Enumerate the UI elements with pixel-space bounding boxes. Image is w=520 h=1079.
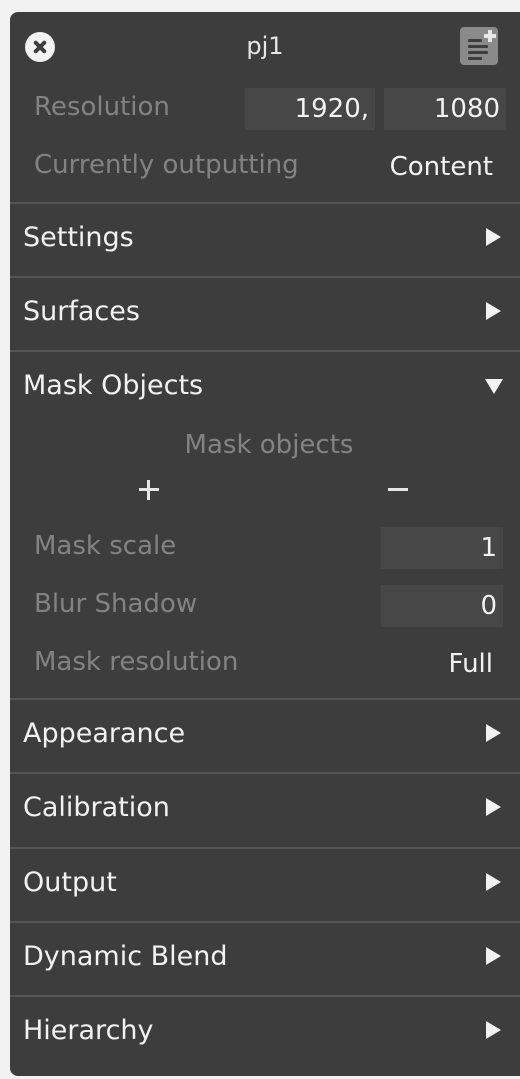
section-appearance[interactable]: Appearance (10, 698, 520, 772)
note-line (468, 51, 488, 54)
note-line (468, 39, 482, 42)
note-line (468, 57, 482, 60)
remove-mask-button[interactable] (386, 478, 410, 502)
panel-title: pj1 (246, 32, 284, 60)
mask-objects-heading: Mask objects (184, 430, 354, 460)
mask-scale-label: Mask scale (34, 531, 177, 561)
section-settings[interactable]: Settings (10, 202, 520, 276)
chevron-down-icon (485, 379, 503, 394)
chevron-right-icon (486, 302, 501, 320)
resolution-row: Resolution 1920, 1080 (10, 88, 520, 130)
blur-shadow-label: Blur Shadow (34, 589, 198, 619)
section-mask-objects[interactable]: Mask Objects (10, 350, 520, 424)
mask-scale-field[interactable]: 1 (381, 527, 503, 569)
chevron-right-icon (486, 228, 501, 246)
section-hierarchy[interactable]: Hierarchy (10, 995, 520, 1069)
chevron-right-icon (486, 798, 501, 816)
section-dynamic-blend[interactable]: Dynamic Blend (10, 921, 520, 995)
resolution-label: Resolution (34, 92, 170, 122)
mask-objects-heading-row: Mask objects (10, 430, 520, 466)
plus-icon (147, 480, 150, 500)
outputting-label: Currently outputting (34, 150, 299, 180)
section-mask-objects-label: Mask Objects (23, 370, 204, 401)
section-calibration[interactable]: Calibration (10, 772, 520, 846)
section-surfaces-label: Surfaces (23, 296, 140, 327)
section-settings-label: Settings (23, 222, 134, 253)
chevron-right-icon (486, 1021, 501, 1039)
section-dynamic-blend-label: Dynamic Blend (23, 941, 228, 972)
projector-panel: pj1 Resolution 1920, 1080 Currently outp… (10, 12, 520, 1076)
section-appearance-label: Appearance (23, 718, 186, 749)
section-surfaces[interactable]: Surfaces (10, 276, 520, 350)
mask-resolution-value[interactable]: Full (449, 649, 493, 679)
outputting-row: Currently outputting Content (10, 150, 520, 190)
mask-resolution-row: Mask resolution Full (10, 647, 520, 687)
blur-shadow-row: Blur Shadow 0 (10, 585, 520, 627)
resolution-height-field[interactable]: 1080 (384, 88, 506, 130)
note-add-icon[interactable] (460, 27, 498, 65)
resolution-width-field[interactable]: 1920, (245, 88, 375, 130)
section-output[interactable]: Output (10, 847, 520, 921)
chevron-right-icon (486, 724, 501, 742)
mask-resolution-label: Mask resolution (34, 647, 239, 677)
chevron-right-icon (486, 947, 501, 965)
section-hierarchy-label: Hierarchy (23, 1015, 154, 1046)
add-mask-button[interactable] (137, 478, 161, 502)
section-output-label: Output (23, 867, 117, 898)
note-plus (488, 30, 492, 42)
section-calibration-label: Calibration (23, 792, 170, 823)
note-line (468, 45, 488, 48)
minus-icon (388, 488, 408, 491)
outputting-value: Content (389, 152, 493, 182)
blur-shadow-field[interactable]: 0 (381, 585, 503, 627)
mask-scale-row: Mask scale 1 (10, 527, 520, 569)
chevron-right-icon (486, 873, 501, 891)
panel-header: pj1 (10, 12, 520, 82)
